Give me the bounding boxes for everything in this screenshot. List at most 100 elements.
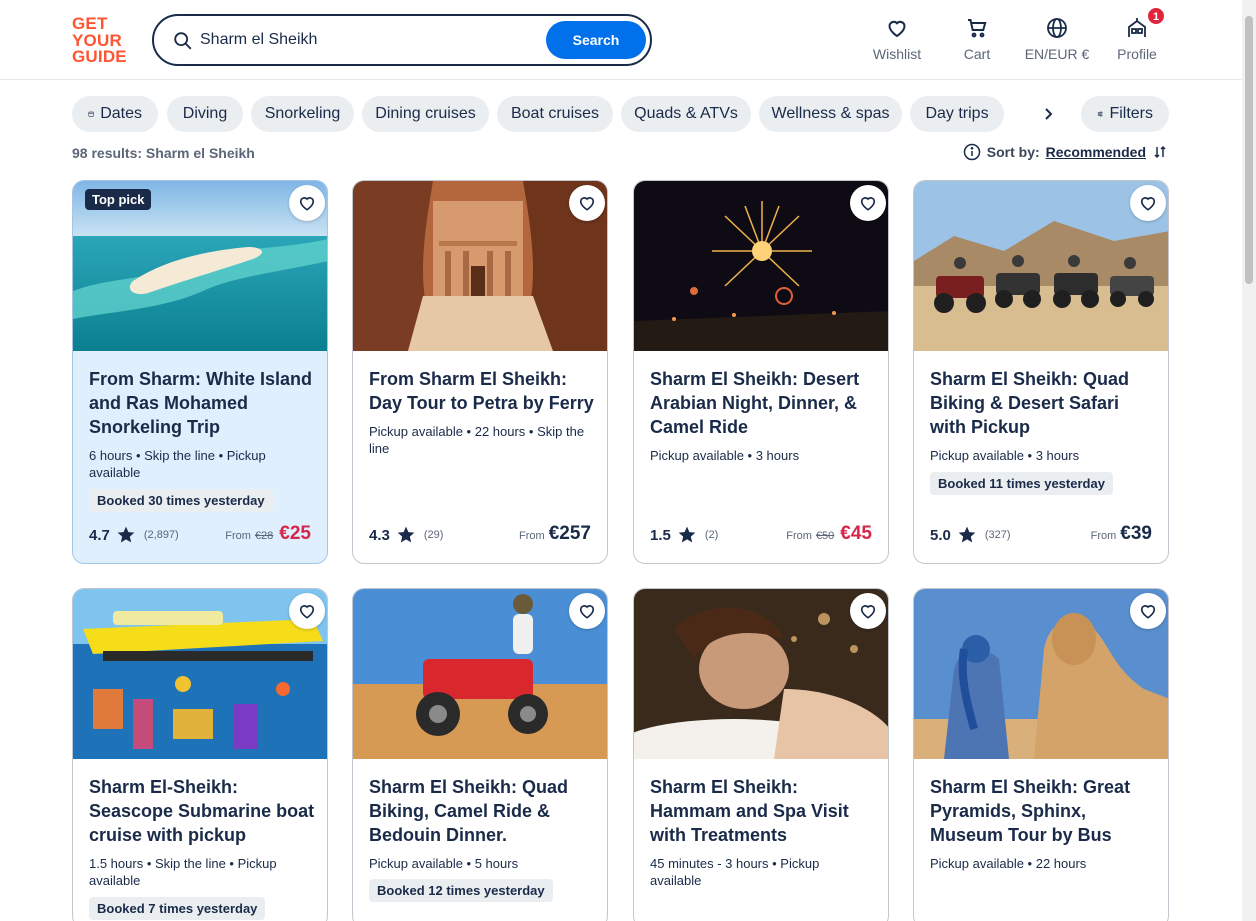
chip-label: Diving [182, 105, 228, 122]
activity-meta: 1.5 hours • Skip the line • Pickup avail… [89, 856, 277, 888]
heart-icon [1140, 197, 1156, 211]
wishlist-label: Wishlist [872, 46, 922, 62]
rating: 4.7 (2,897) [89, 525, 179, 545]
chip-boat-cruises[interactable]: Boat cruises [497, 96, 613, 132]
chip-dining-cruises[interactable]: Dining cruises [362, 96, 489, 132]
activity-title[interactable]: From Sharm: White Island and Ras Mohamed… [89, 367, 315, 439]
activity-card[interactable]: Top pick From Sharm: White Island and Ra… [72, 180, 328, 564]
activity-image: Top pick [73, 181, 327, 351]
search-input[interactable] [200, 27, 540, 53]
sort-value[interactable]: Recommended [1046, 144, 1146, 160]
wishlist-heart-button[interactable] [289, 593, 325, 629]
heart-icon [579, 605, 595, 619]
activity-title[interactable]: Sharm El Sheikh: Hammam and Spa Visit wi… [650, 775, 876, 847]
activity-card[interactable]: Sharm El Sheikh: Hammam and Spa Visit wi… [633, 588, 889, 921]
review-count: (327) [984, 529, 1011, 541]
rating: 5.0 (327) [930, 525, 1011, 545]
activity-card[interactable]: Sharm El Sheikh: Great Pyramids, Sphinx,… [913, 588, 1169, 921]
chip-wellness-spas[interactable]: Wellness & spas [759, 96, 902, 132]
activity-title[interactable]: Sharm El Sheikh: Great Pyramids, Sphinx,… [930, 775, 1156, 847]
activity-title[interactable]: Sharm El-Sheikh: Seascope Submarine boat… [89, 775, 315, 847]
price-from: From [786, 530, 812, 542]
activity-card[interactable]: Sharm El Sheikh: Quad Biking & Desert Sa… [913, 180, 1169, 564]
price-value: €45 [840, 523, 872, 544]
rating-score: 4.3 [369, 526, 390, 544]
star-icon [678, 526, 696, 543]
wishlist-heart-button[interactable] [850, 593, 886, 629]
review-count: (2,897) [143, 529, 179, 541]
chip-label: Wellness & spas [771, 105, 890, 122]
filters-button[interactable]: Filters [1081, 96, 1169, 132]
profile-label: Profile [1117, 46, 1157, 62]
search-button[interactable]: Search [546, 21, 646, 59]
language-currency-nav[interactable]: EN/EUR € [1017, 16, 1097, 64]
price-from: From [225, 530, 251, 542]
chips-next-button[interactable] [1030, 96, 1066, 132]
calendar-icon [88, 111, 94, 117]
activity-meta: Pickup available • 3 hours [650, 448, 800, 463]
filters-label: Filters [1109, 105, 1153, 122]
activity-image [73, 589, 327, 759]
activity-meta: 45 minutes - 3 hours • Pickup available [650, 856, 820, 888]
cart-nav[interactable]: Cart [937, 16, 1017, 64]
info-icon[interactable] [963, 143, 981, 161]
activity-card[interactable]: Sharm El-Sheikh: Seascope Submarine boat… [72, 588, 328, 921]
chip-label: Quads & ATVs [634, 105, 738, 122]
chip-label: Boat cruises [510, 105, 600, 122]
activity-card[interactable]: Sharm El Sheikh: Desert Arabian Night, D… [633, 180, 889, 564]
booked-badge: Booked 11 times yesterday [930, 472, 1113, 495]
activity-image [353, 589, 607, 759]
activity-image [914, 181, 1168, 351]
header: GET YOUR GUIDE Search Wishlist Cart EN/E… [0, 0, 1242, 80]
activity-title[interactable]: Sharm El Sheikh: Quad Biking, Camel Ride… [369, 775, 595, 847]
wishlist-heart-button[interactable] [850, 185, 886, 221]
page-scrollbar[interactable] [1242, 0, 1256, 921]
chip-diving[interactable]: Diving [167, 96, 243, 132]
heart-icon [888, 20, 906, 38]
activity-title[interactable]: Sharm El Sheikh: Desert Arabian Night, D… [650, 367, 876, 439]
activity-meta: Pickup available • 5 hours [369, 856, 519, 871]
activity-image [914, 589, 1168, 759]
profile-icon [1128, 18, 1146, 37]
activity-meta: Pickup available • 22 hours • Skip the l… [369, 424, 585, 456]
old-price: €50 [815, 530, 835, 542]
wishlist-heart-button[interactable] [569, 593, 605, 629]
chip-quads-atvs[interactable]: Quads & ATVs [621, 96, 751, 132]
chip-day-trips[interactable]: Day trips [910, 96, 1004, 132]
rating-score: 1.5 [650, 526, 671, 544]
sliders-icon [1097, 111, 1103, 117]
wishlist-heart-button[interactable] [1130, 593, 1166, 629]
profile-notification-badge: 1 [1147, 7, 1165, 25]
heart-icon [1140, 605, 1156, 619]
language-label: EN/EUR € [1024, 46, 1090, 62]
search-bar: Search [152, 14, 652, 66]
price: From €28 €25 [225, 523, 311, 545]
activity-title[interactable]: From Sharm El Sheikh: Day Tour to Petra … [369, 367, 595, 415]
wishlist-heart-button[interactable] [289, 185, 325, 221]
price-from: From [1090, 530, 1117, 542]
scrollbar-thumb[interactable] [1245, 16, 1253, 284]
profile-nav[interactable]: 1 Profile [1097, 7, 1177, 64]
price: From €257 [519, 523, 591, 545]
chip-label: Day trips [925, 105, 989, 122]
chip-snorkeling[interactable]: Snorkeling [251, 96, 354, 132]
activity-title[interactable]: Sharm El Sheikh: Quad Biking & Desert Sa… [930, 367, 1156, 439]
rating: 4.3 (29) [369, 525, 443, 545]
getyourguide-logo[interactable]: GET YOUR GUIDE [72, 15, 130, 65]
wishlist-heart-button[interactable] [569, 185, 605, 221]
chip-dates[interactable]: Dates [72, 96, 158, 132]
sort-control[interactable]: Sort by: Recommended [963, 143, 1168, 161]
price-value: €25 [279, 523, 311, 544]
wishlist-heart-button[interactable] [1130, 185, 1166, 221]
results-count: 98 results: Sharm el Sheikh [72, 145, 255, 161]
activity-card[interactable]: From Sharm El Sheikh: Day Tour to Petra … [352, 180, 608, 564]
cart-label: Cart [963, 46, 991, 62]
cart-icon [968, 19, 987, 38]
activity-card[interactable]: Sharm El Sheikh: Quad Biking, Camel Ride… [352, 588, 608, 921]
price-value: €39 [1120, 523, 1152, 544]
wishlist-nav[interactable]: Wishlist [857, 16, 937, 64]
activity-meta: Pickup available • 3 hours [930, 448, 1080, 463]
sort-arrows-icon [1154, 145, 1166, 159]
review-count: (2) [704, 529, 719, 541]
price-value: €257 [548, 523, 591, 544]
